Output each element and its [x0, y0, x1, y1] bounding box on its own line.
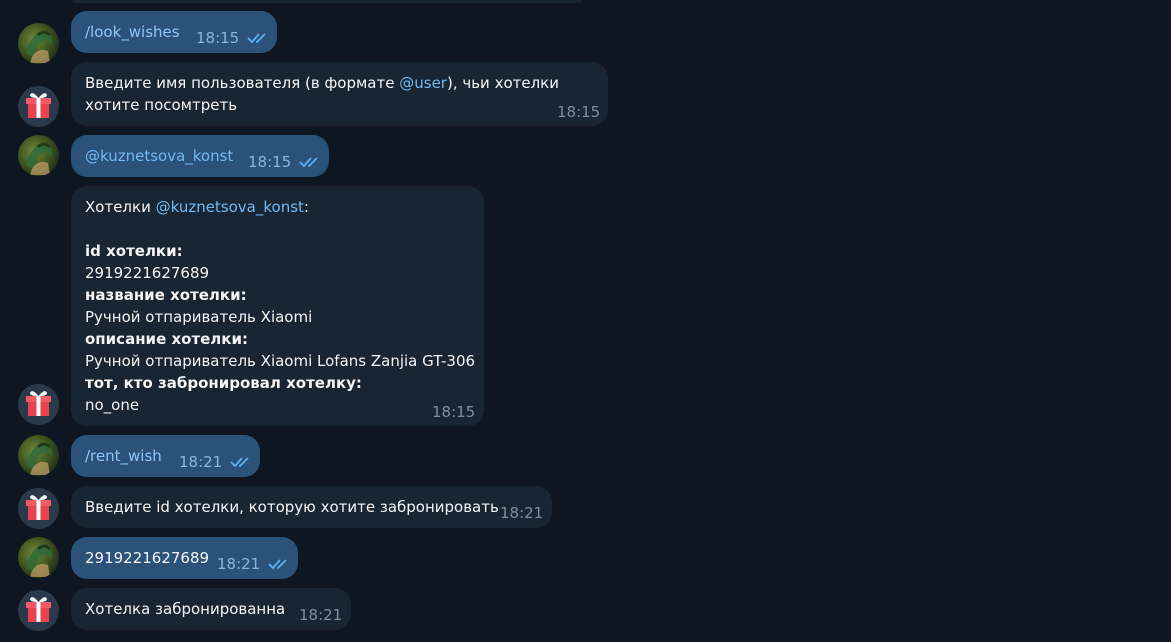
field-value: 2919221627689 — [85, 264, 210, 282]
gift-icon — [26, 93, 51, 118]
message-bubble-incoming[interactable]: Хотелка забронированна 18:21 — [71, 588, 351, 630]
text-segment: Хотелки — [85, 198, 156, 216]
message-row: Введите id хотелки, которую хотите забро… — [0, 486, 1171, 529]
message-time: 18:21 — [217, 555, 261, 573]
double-check-icon — [268, 559, 287, 570]
field-label: название хотелки: — [85, 286, 247, 304]
wish-details: Хотелки @kuznetsova_konst: id хотелки: 2… — [85, 196, 475, 416]
user-avatar-photo-icon — [26, 30, 52, 63]
double-check-icon — [230, 457, 249, 468]
user-avatar[interactable] — [18, 23, 59, 64]
user-avatar[interactable] — [18, 537, 59, 578]
message-text: Введите имя пользователя (в формате @use… — [85, 72, 559, 116]
gift-icon — [26, 495, 51, 520]
field-value: no_one — [85, 396, 140, 414]
field-label: описание хотелки: — [85, 330, 248, 348]
previous-message-edge — [72, 0, 582, 3]
message-text: Хотелка забронированна — [85, 600, 286, 618]
wish-header: Хотелки @kuznetsova_konst: — [85, 196, 475, 218]
message-row: @kuznetsova_konst 18:15 — [0, 135, 1171, 177]
message-row: /look_wishes 18:15 — [0, 11, 1171, 64]
field-value: Ручной отпариватель Xiaomi — [85, 308, 313, 326]
message-bubble-incoming[interactable]: Введите имя пользователя (в формате @use… — [71, 62, 608, 126]
message-bubble-outgoing[interactable]: /look_wishes 18:15 — [71, 11, 277, 53]
mention-link[interactable]: @kuznetsova_konst — [156, 198, 304, 216]
message-bubble-outgoing[interactable]: @kuznetsova_konst 18:15 — [71, 135, 329, 177]
message-time: 18:15 — [432, 403, 476, 421]
message-time: 18:15 — [248, 153, 292, 171]
user-avatar-photo-icon — [26, 442, 52, 475]
double-check-icon — [299, 157, 318, 168]
bot-avatar[interactable] — [18, 488, 59, 529]
mention-link[interactable]: @kuznetsova_konst — [85, 145, 233, 167]
user-avatar-photo-icon — [26, 544, 52, 577]
command-link[interactable]: /rent_wish — [85, 445, 162, 467]
message-time: 18:21 — [500, 504, 544, 522]
message-time: 18:21 — [179, 453, 223, 471]
field-label: тот, кто забронировал хотелку: — [85, 374, 362, 392]
double-check-icon — [247, 33, 266, 44]
message-bubble-outgoing[interactable]: /rent_wish 18:21 — [71, 435, 260, 477]
message-row: /rent_wish 18:21 — [0, 435, 1171, 477]
message-time: 18:15 — [557, 103, 601, 121]
user-avatar-photo-icon — [26, 142, 52, 175]
text-segment: Введите имя пользователя (в формате — [85, 74, 400, 92]
message-time: 18:21 — [299, 606, 343, 624]
message-bubble-incoming[interactable]: Введите id хотелки, которую хотите забро… — [71, 486, 552, 528]
gift-icon — [26, 391, 51, 416]
user-avatar[interactable] — [18, 135, 59, 176]
gift-icon — [26, 597, 51, 622]
text-segment: хотите посомтреть — [85, 96, 238, 114]
message-time: 18:15 — [196, 29, 240, 47]
bot-avatar[interactable] — [18, 384, 59, 425]
message-row: Хотелки @kuznetsova_konst: id хотелки: 2… — [0, 186, 1171, 426]
bot-avatar[interactable] — [18, 86, 59, 127]
text-segment: : — [303, 198, 309, 216]
user-avatar[interactable] — [18, 435, 59, 476]
message-text: Введите id хотелки, которую хотите забро… — [85, 498, 499, 516]
mention-link[interactable]: @user — [399, 74, 447, 92]
message-row: 2919221627689 18:21 — [0, 537, 1171, 579]
text-segment: ), чьи хотелки — [446, 74, 559, 92]
message-row: Введите имя пользователя (в формате @use… — [0, 62, 1171, 127]
field-label: id хотелки: — [85, 242, 183, 260]
message-bubble-incoming[interactable]: Хотелки @kuznetsova_konst: id хотелки: 2… — [71, 186, 484, 426]
message-row: Хотелка забронированна 18:21 — [0, 588, 1171, 631]
field-value: Ручной отпариватель Xiaomi Lofans Zanjia… — [85, 352, 476, 370]
bot-avatar[interactable] — [18, 590, 59, 631]
command-link[interactable]: /look_wishes — [85, 21, 180, 43]
message-bubble-outgoing[interactable]: 2919221627689 18:21 — [71, 537, 298, 579]
message-text: 2919221627689 — [85, 549, 210, 567]
